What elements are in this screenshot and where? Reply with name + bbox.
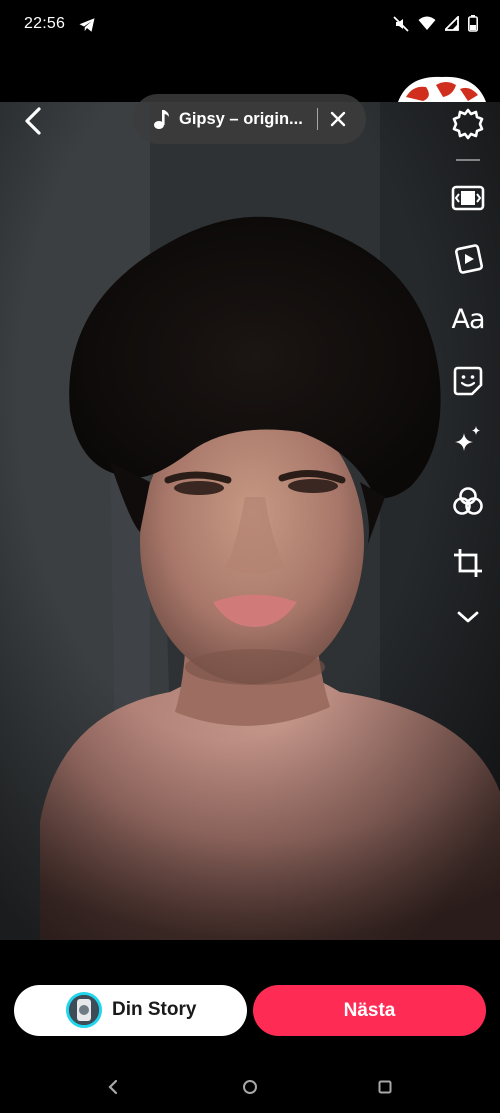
text-icon: Aa — [451, 303, 485, 335]
avatar — [66, 992, 102, 1028]
nav-home-button[interactable] — [237, 1074, 263, 1100]
nav-recents-button[interactable] — [372, 1074, 398, 1100]
tool-stickers[interactable] — [440, 361, 496, 401]
close-icon[interactable] — [329, 110, 347, 128]
your-story-label: Din Story — [112, 999, 197, 1020]
tool-aspect-ratio[interactable] — [440, 180, 496, 216]
status-bar: 22:56 — [0, 0, 500, 52]
sparkle-icon — [455, 426, 480, 451]
sound-title: Gipsy – origin... — [179, 109, 303, 128]
sticker-peek — [398, 76, 486, 102]
nav-back-button[interactable] — [100, 1074, 126, 1100]
next-button[interactable]: Nästa — [253, 985, 486, 1036]
tools-divider — [456, 159, 480, 161]
templates-icon — [455, 244, 483, 274]
tool-templates[interactable] — [440, 238, 496, 278]
pill-separator — [317, 108, 318, 130]
tool-filters[interactable] — [440, 482, 496, 522]
sticker-icon — [453, 366, 483, 396]
photo-preview[interactable] — [0, 102, 500, 940]
home-icon — [243, 1080, 257, 1094]
wifi-icon — [418, 16, 436, 30]
system-nav-bar — [0, 1060, 500, 1113]
aspect-ratio-icon — [451, 185, 485, 211]
tool-effects[interactable] — [440, 420, 496, 460]
your-story-button[interactable]: Din Story — [14, 985, 247, 1036]
filters-icon — [453, 487, 483, 515]
portrait-image — [0, 102, 500, 940]
tool-more[interactable] — [440, 602, 496, 632]
gear-icon — [452, 108, 484, 140]
status-time: 22:56 — [24, 15, 66, 32]
recents-icon — [378, 1080, 392, 1094]
tool-text[interactable]: Aa — [440, 298, 496, 340]
telegram-icon — [79, 18, 95, 32]
back-icon — [108, 1079, 118, 1095]
back-button[interactable] — [18, 104, 48, 138]
system-icons — [393, 15, 478, 32]
chevron-left-icon — [25, 107, 41, 135]
signal-icon — [445, 16, 459, 31]
tool-settings[interactable] — [440, 104, 496, 144]
battery-icon — [468, 15, 478, 32]
chevron-down-icon — [457, 611, 479, 623]
mute-icon — [393, 15, 409, 32]
add-sound-pill[interactable]: Gipsy – origin... — [133, 94, 366, 144]
crop-icon — [454, 549, 482, 577]
tool-crop[interactable] — [440, 543, 496, 583]
music-note-icon — [154, 110, 169, 129]
